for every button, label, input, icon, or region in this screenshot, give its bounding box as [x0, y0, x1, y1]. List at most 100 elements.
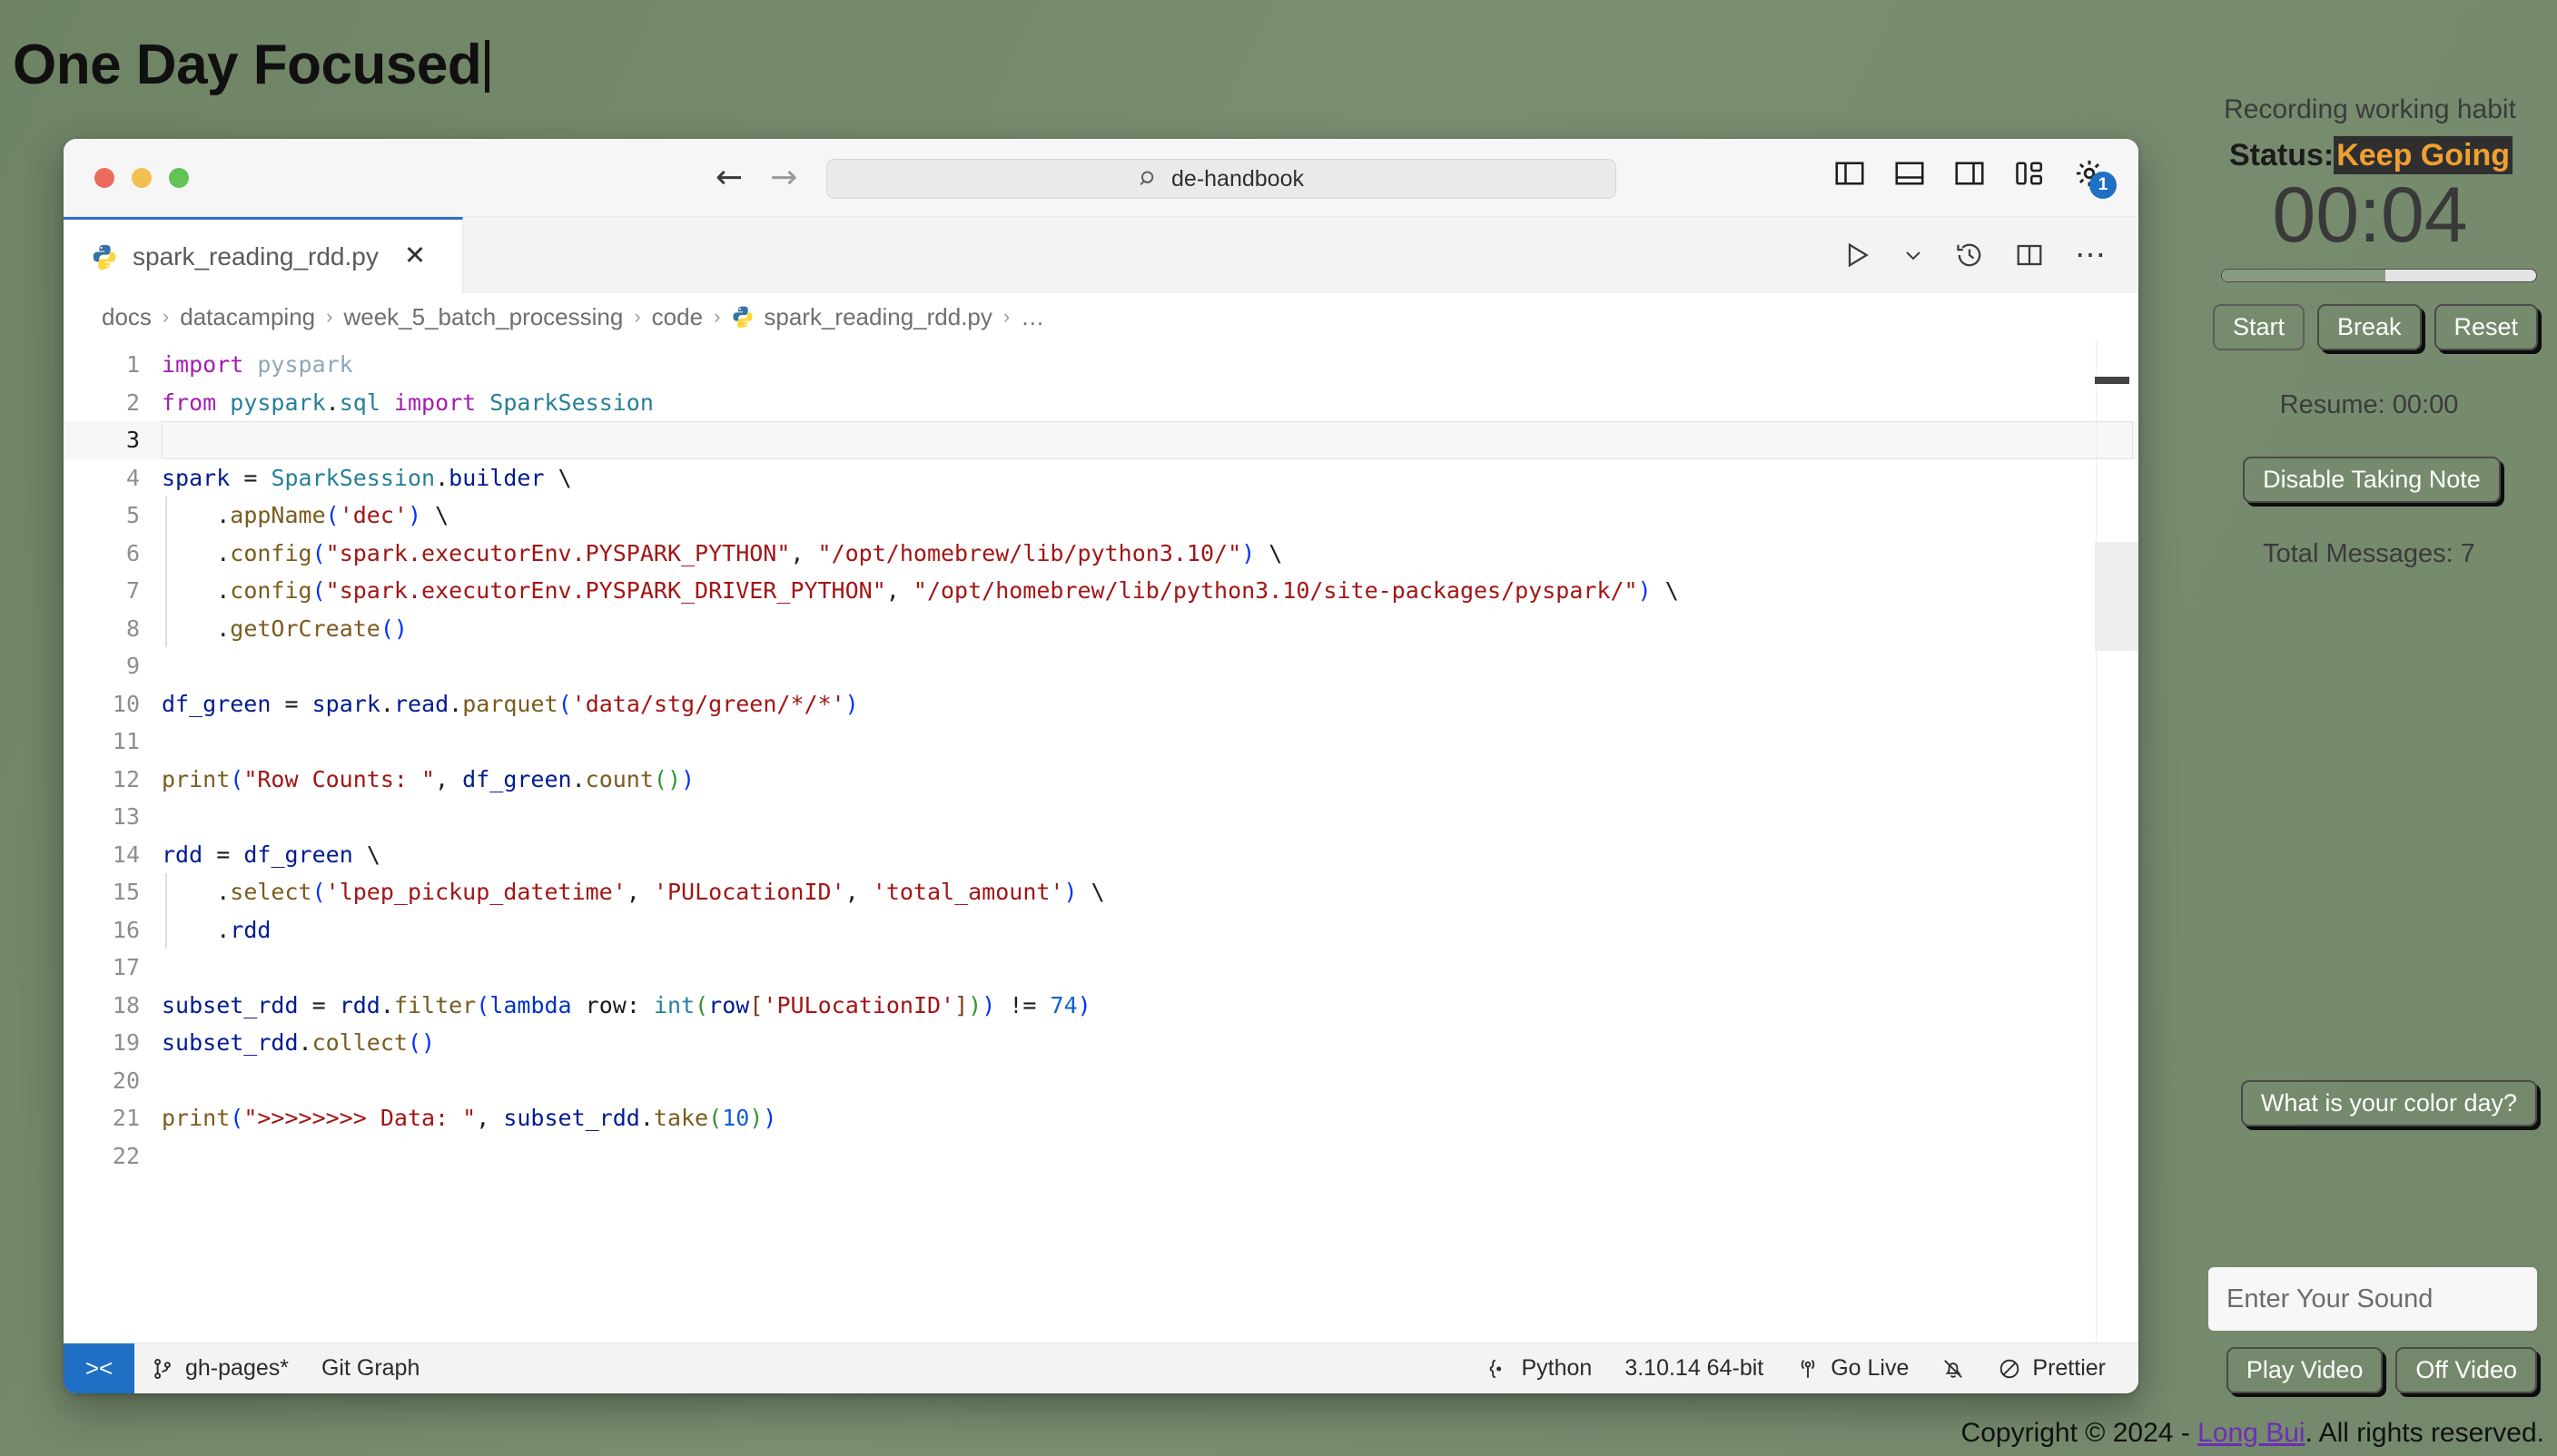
start-button[interactable]: Start [2212, 303, 2305, 350]
code-line[interactable]: 20 [64, 1062, 2138, 1100]
search-value: de-handbook [1171, 165, 1304, 192]
breadcrumb-item-1[interactable]: datacamping [180, 303, 315, 331]
line-number: 2 [125, 389, 140, 416]
break-button[interactable]: Break [2316, 303, 2422, 350]
status-branch[interactable]: gh-pages* [134, 1343, 305, 1393]
code-line[interactable]: 14 rdd = df_green \ [64, 836, 2138, 874]
prettier-label: Prettier [2032, 1355, 2106, 1381]
remote-window-icon[interactable]: >< [64, 1343, 134, 1393]
code-line[interactable]: 7 .config("spark.executorEnv.PYSPARK_DRI… [64, 572, 2138, 610]
breadcrumb-separator: › [1002, 305, 1011, 328]
toggle-primary-sidebar-icon[interactable] [1833, 157, 1866, 190]
toggle-panel-icon[interactable] [1893, 157, 1926, 190]
breadcrumb-item-2[interactable]: week_5_batch_processing [343, 303, 623, 331]
note-button-wrap: Disable Taking Note [2194, 456, 2557, 503]
code-text: subset_rdd.collect() [162, 1029, 436, 1057]
code-line[interactable]: 16 .rdd [64, 911, 2138, 949]
line-number: 6 [125, 539, 140, 566]
broadcast-icon [1802, 1359, 1815, 1378]
code-line[interactable]: 8 .getOrCreate() [64, 610, 2138, 648]
git-graph-label: Git Graph [321, 1355, 420, 1381]
code-line[interactable]: 11 [64, 723, 2138, 761]
play-video-button[interactable]: Play Video [2226, 1347, 2384, 1393]
line-number: 3 [125, 427, 140, 454]
code-line[interactable]: 2 from pyspark.sql import SparkSession [64, 384, 2138, 422]
run-python-file-icon[interactable] [1842, 241, 1871, 270]
timeline-history-icon[interactable] [1955, 241, 1984, 270]
close-icon[interactable]: ✕ [404, 243, 426, 270]
tab-spark-reading-rdd[interactable]: spark_reading_rdd.py ✕ [64, 217, 463, 293]
off-video-button[interactable]: Off Video [2395, 1347, 2537, 1393]
code-line[interactable]: 12 print("Row Counts: ", df_green.count()… [64, 761, 2138, 799]
line-number: 10 [112, 690, 140, 717]
code-line[interactable]: 5 .appName('dec') \ [64, 497, 2138, 535]
total-messages-label: Total Messages: 7 [2263, 538, 2475, 568]
code-line[interactable]: 19 subset_rdd.collect() [64, 1024, 2138, 1062]
code-line[interactable]: 6 .config("spark.executorEnv.PYSPARK_PYT… [64, 535, 2138, 573]
disable-taking-note-button[interactable]: Disable Taking Note [2243, 456, 2501, 503]
code-line[interactable]: 15 .select('lpep_pickup_datetime', 'PULo… [64, 873, 2138, 911]
code-lines: 1 import pyspark 2 from pyspark.sql import … [64, 340, 2138, 1175]
close-window-button[interactable] [94, 167, 114, 188]
reset-button[interactable]: Reset [2434, 303, 2539, 350]
code-line[interactable]: 10 df_green = spark.read.parquet('data/st… [64, 685, 2138, 723]
minimize-window-button[interactable] [132, 167, 152, 188]
breadcrumb-item-0[interactable]: docs [102, 303, 152, 331]
tab-actions: ⋯ [1842, 217, 2108, 293]
code-line[interactable]: 4 spark = SparkSession.builder \ [64, 459, 2138, 497]
status-prettier[interactable]: Prettier [1981, 1343, 2122, 1393]
code-line[interactable]: 13 [64, 798, 2138, 836]
language-label: Python [1521, 1355, 1593, 1381]
sound-input[interactable] [2208, 1267, 2537, 1331]
chevron-down-icon[interactable] [1902, 244, 1924, 266]
search-input[interactable]: de-handbook [826, 159, 1616, 199]
status-label: Status: [2228, 138, 2335, 172]
line-number: 16 [112, 916, 140, 943]
line-number: 18 [112, 991, 140, 1018]
maximize-window-button[interactable] [169, 167, 189, 188]
color-day-button[interactable]: What is your color day? [2240, 1080, 2537, 1126]
breadcrumb-separator: › [634, 305, 641, 328]
code-text: .config("spark.executorEnv.PYSPARK_DRIVE… [216, 577, 1679, 605]
toggle-secondary-sidebar-icon[interactable] [1953, 157, 1986, 190]
code-text: import pyspark [162, 351, 353, 379]
breadcrumb-overflow[interactable]: … [1021, 303, 1044, 331]
python-file-icon [93, 244, 116, 270]
status-go-live[interactable]: Go Live [1780, 1343, 1925, 1393]
status-notifications[interactable] [1925, 1343, 1981, 1393]
gear-icon[interactable]: 1 [2073, 157, 2117, 199]
author-link[interactable]: Long Bui [2197, 1418, 2305, 1448]
breadcrumb-item-3[interactable]: code [652, 303, 703, 331]
editor-tabbar: spark_reading_rdd.py ✕ ⋯ [64, 217, 2138, 293]
indent-guide [165, 873, 167, 949]
breadcrumb-item-4[interactable]: spark_reading_rdd.py [731, 303, 992, 331]
code-line[interactable]: 1 import pyspark [64, 346, 2138, 384]
window-titlebar: ← → de-handbook 1 [64, 139, 2138, 217]
editor-overview-ruler[interactable] [2096, 340, 2097, 1343]
arrow-left-icon[interactable]: ← [716, 161, 743, 194]
code-line[interactable]: 21 print(">>>>>>>> Data: ", subset_rdd.ta… [64, 1099, 2138, 1137]
code-line[interactable]: 17 [64, 949, 2138, 987]
copyright-prefix: Copyright © 2024 - [1960, 1418, 2198, 1448]
arrow-right-icon[interactable]: → [770, 161, 797, 194]
code-line[interactable]: 22 [64, 1137, 2138, 1176]
code-line[interactable]: 18 subset_rdd = rdd.filter(lambda row: in… [64, 987, 2138, 1025]
minimap-slider[interactable] [2095, 542, 2138, 651]
code-line[interactable]: 3 [64, 421, 2138, 459]
split-editor-right-icon[interactable] [2015, 241, 2044, 270]
status-badge: Keep Going [2334, 136, 2513, 174]
status-git-graph[interactable]: Git Graph [305, 1343, 436, 1393]
bell-slash-icon [1944, 1359, 1963, 1378]
breadcrumb-separator: › [326, 305, 333, 328]
more-actions-icon[interactable]: ⋯ [2075, 240, 2108, 271]
customize-layout-icon[interactable] [2013, 157, 2046, 190]
focus-panel: Recording working habit Status:Keep Goin… [2194, 94, 2557, 569]
status-interpreter[interactable]: 3.10.14 64-bit [1608, 1343, 1780, 1393]
code-line[interactable]: 9 [64, 647, 2138, 685]
status-language[interactable]: Python [1470, 1343, 1608, 1393]
line-number: 4 [125, 464, 140, 491]
code-text: .appName('dec') \ [216, 502, 449, 529]
focus-panel-heading: Recording working habit [2224, 94, 2516, 124]
tab-label: spark_reading_rdd.py [133, 241, 379, 271]
code-editor[interactable]: 1 import pyspark 2 from pyspark.sql import … [64, 340, 2138, 1343]
